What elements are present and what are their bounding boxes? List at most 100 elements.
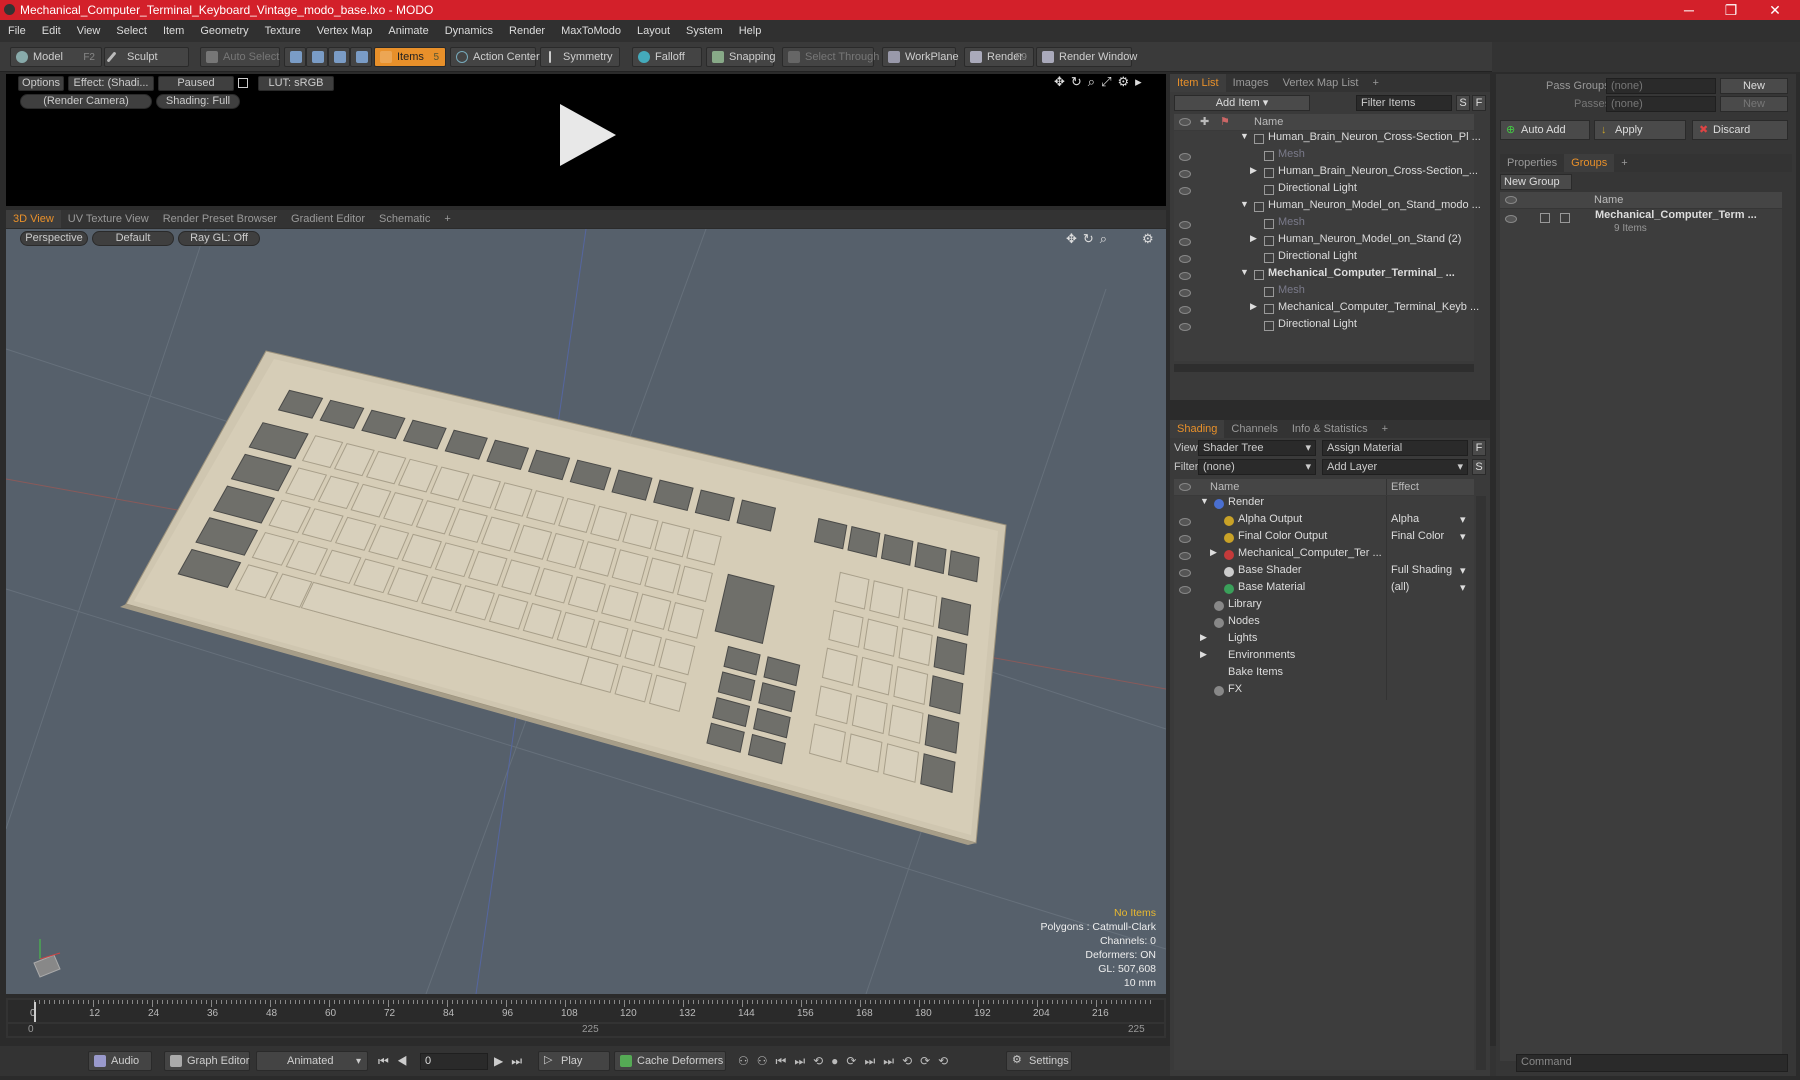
- add-tab-icon[interactable]: +: [1375, 420, 1395, 438]
- tab-properties[interactable]: Properties: [1500, 154, 1564, 172]
- lut-dropdown[interactable]: LUT: sRGB: [258, 76, 334, 91]
- menu-system[interactable]: System: [678, 25, 731, 37]
- add-tab-icon[interactable]: +: [437, 210, 457, 228]
- menu-select[interactable]: Select: [108, 25, 155, 37]
- assign-material-field[interactable]: Assign Material: [1322, 440, 1468, 456]
- shader-row[interactable]: Library: [1174, 598, 1474, 615]
- expand-arrow-icon[interactable]: ▼: [1240, 199, 1249, 209]
- playhead[interactable]: [34, 1002, 36, 1022]
- minimize-icon[interactable]: ─: [1670, 0, 1708, 20]
- visibility-toggle-icon[interactable]: [1179, 552, 1191, 560]
- group-row[interactable]: Mechanical_Computer_Term ... 9 Items: [1500, 209, 1782, 239]
- visibility-toggle-icon[interactable]: [1179, 153, 1191, 161]
- group-checkbox[interactable]: [1560, 213, 1570, 223]
- visibility-toggle-icon[interactable]: [1179, 569, 1191, 577]
- lock-icon[interactable]: [238, 78, 248, 88]
- play-button[interactable]: ▷ Play: [538, 1051, 610, 1071]
- chevron-down-icon[interactable]: ▾: [1460, 513, 1466, 526]
- restore-icon[interactable]: ❐: [1712, 0, 1750, 20]
- key-tools-icons[interactable]: ⚇⚇⏮⏭⟲●⟳⏭⏭⟲⟳⟲: [738, 1054, 956, 1069]
- auto-select-button[interactable]: Auto Select: [200, 47, 280, 67]
- select-through-button[interactable]: Select Through: [782, 47, 879, 67]
- raygl-dropdown[interactable]: Ray GL: Off: [178, 231, 260, 246]
- paused-toggle[interactable]: Paused: [158, 76, 234, 91]
- shader-row[interactable]: ▶ Lights: [1174, 632, 1474, 649]
- preview-nav-icons[interactable]: ✥↻⌕⤢⚙▸: [1054, 74, 1148, 90]
- item-row[interactable]: Mesh: [1174, 284, 1474, 301]
- group-visibility-icon[interactable]: [1505, 215, 1517, 223]
- snapping-button[interactable]: Snapping: [706, 47, 776, 67]
- shader-row[interactable]: FX: [1174, 683, 1474, 700]
- visibility-toggle-icon[interactable]: [1179, 306, 1191, 314]
- 3d-viewport[interactable]: Perspective Default Ray GL: Off ✥↻⌕ ⚙ No…: [6, 229, 1166, 994]
- menu-view[interactable]: View: [69, 25, 109, 37]
- menu-texture[interactable]: Texture: [257, 25, 309, 37]
- item-row[interactable]: Directional Light: [1174, 318, 1474, 335]
- filter-dropdown[interactable]: (none) ▾: [1198, 459, 1316, 475]
- tab-vertex-map-list[interactable]: Vertex Map List: [1276, 74, 1366, 92]
- visibility-toggle-icon[interactable]: [1179, 187, 1191, 195]
- item-list-scrollbar[interactable]: [1174, 364, 1474, 372]
- tab-item-list[interactable]: Item List: [1170, 74, 1226, 92]
- menu-edit[interactable]: Edit: [34, 25, 69, 37]
- menu-maxtomodo[interactable]: MaxToModo: [553, 25, 629, 37]
- shader-row[interactable]: Nodes: [1174, 615, 1474, 632]
- select-polygons-button[interactable]: [328, 47, 350, 67]
- viewport-settings-icon[interactable]: ⚙: [1142, 231, 1154, 247]
- visibility-toggle-icon[interactable]: [1179, 238, 1191, 246]
- sculpt-button[interactable]: Sculpt: [104, 47, 189, 67]
- visibility-toggle-icon[interactable]: [1179, 586, 1191, 594]
- visibility-toggle-icon[interactable]: [1179, 221, 1191, 229]
- items-button[interactable]: Items 5: [374, 47, 446, 67]
- expand-arrow-icon[interactable]: ▶: [1250, 233, 1257, 244]
- add-tab-icon[interactable]: +: [1614, 154, 1634, 172]
- default-dropdown[interactable]: Default: [92, 231, 174, 246]
- play-icon[interactable]: [554, 102, 618, 168]
- shader-row[interactable]: Base Material (all) ▾: [1174, 581, 1474, 598]
- symmetry-button[interactable]: Symmetry: [540, 47, 620, 67]
- item-row[interactable]: ▼ Human_Neuron_Model_on_Stand_modo ...: [1174, 199, 1481, 216]
- transport-forward-icons[interactable]: ▶⏭: [494, 1054, 530, 1069]
- item-row[interactable]: Directional Light: [1174, 250, 1474, 267]
- add-layer-dropdown[interactable]: Add Layer ▾: [1322, 459, 1468, 475]
- add-layer-s-button[interactable]: S: [1472, 459, 1486, 475]
- filter-f-button[interactable]: F: [1472, 95, 1486, 111]
- passes-dropdown[interactable]: (none): [1606, 96, 1716, 112]
- expand-arrow-icon[interactable]: ▶: [1250, 165, 1257, 176]
- filter-items-input[interactable]: Filter Items: [1356, 95, 1452, 111]
- menu-file[interactable]: File: [0, 25, 34, 37]
- settings-button[interactable]: ⚙ Settings: [1006, 1051, 1072, 1071]
- new-pass-button[interactable]: New: [1720, 96, 1788, 112]
- expand-arrow-icon[interactable]: ▶: [1250, 301, 1257, 312]
- new-pass-group-button[interactable]: New: [1720, 78, 1788, 94]
- menu-vertex-map[interactable]: Vertex Map: [309, 25, 381, 37]
- item-row[interactable]: Directional Light: [1174, 182, 1474, 199]
- filter-s-button[interactable]: S: [1456, 95, 1470, 111]
- item-row[interactable]: ▶ Human_Neuron_Model_on_Stand (2): [1174, 233, 1474, 250]
- expand-arrow-icon[interactable]: ▶: [1210, 547, 1217, 558]
- new-group-button[interactable]: New Group: [1500, 174, 1572, 190]
- item-row[interactable]: ▶ Human_Brain_Neuron_Cross-Section_...: [1174, 165, 1478, 182]
- visibility-toggle-icon[interactable]: [1179, 255, 1191, 263]
- pass-groups-dropdown[interactable]: (none): [1606, 78, 1716, 94]
- shader-row[interactable]: Final Color Output Final Color ▾: [1174, 530, 1474, 547]
- expand-arrow-icon[interactable]: ▶: [1200, 632, 1207, 643]
- options-button[interactable]: Options: [18, 76, 64, 91]
- item-row[interactable]: ▼ Human_Brain_Neuron_Cross-Section_Pl ...: [1174, 131, 1481, 148]
- item-row[interactable]: ▶ Mechanical_Computer_Terminal_Keyb ...: [1174, 301, 1479, 318]
- view-dropdown[interactable]: Shader Tree ▾: [1198, 440, 1316, 456]
- close-icon[interactable]: ✕: [1756, 0, 1794, 20]
- falloff-button[interactable]: Falloff: [632, 47, 702, 67]
- menu-geometry[interactable]: Geometry: [192, 25, 256, 37]
- shader-tree-scrollbar[interactable]: [1476, 496, 1486, 1070]
- visibility-toggle-icon[interactable]: [1179, 289, 1191, 297]
- tab-3d-view[interactable]: 3D View: [6, 210, 61, 228]
- render-camera-dropdown[interactable]: (Render Camera): [20, 94, 152, 109]
- tab-schematic[interactable]: Schematic: [372, 210, 437, 228]
- menu-animate[interactable]: Animate: [380, 25, 436, 37]
- cache-deformers-button[interactable]: Cache Deformers: [614, 1051, 726, 1071]
- tab-info-statistics[interactable]: Info & Statistics: [1285, 420, 1375, 438]
- visibility-toggle-icon[interactable]: [1179, 272, 1191, 280]
- visibility-toggle-icon[interactable]: [1179, 170, 1191, 178]
- group-checkbox[interactable]: [1540, 213, 1550, 223]
